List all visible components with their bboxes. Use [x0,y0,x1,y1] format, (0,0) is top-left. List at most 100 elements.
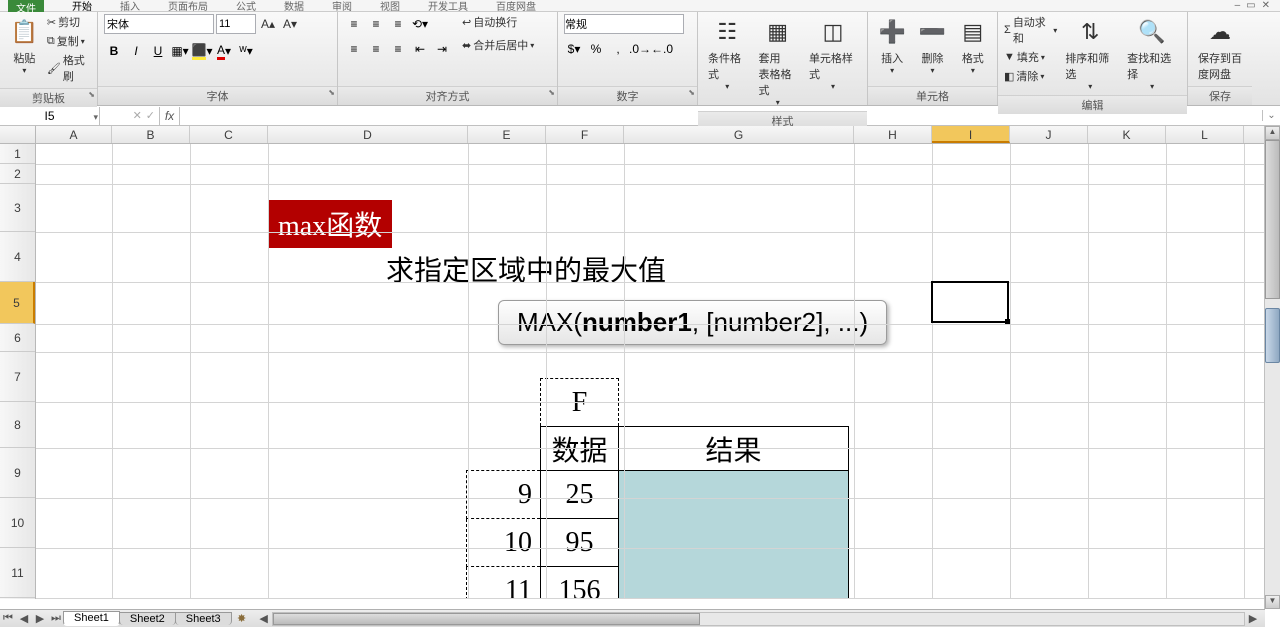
column-headers[interactable]: ABCDEFGHIJKL [0,126,1280,144]
tab-nav-last-icon[interactable]: ⏭ [48,612,64,625]
font-color-button[interactable]: A▾ [214,41,234,61]
column-header[interactable]: E [468,126,546,143]
sheet-tab[interactable]: Sheet3 [175,612,232,625]
column-header[interactable]: A [36,126,112,143]
row-header[interactable]: 8 [0,402,35,448]
align-left-icon[interactable]: ≡ [344,39,364,59]
align-bottom-icon[interactable]: ≡ [388,14,408,34]
fill-button[interactable]: ▼填充▾ [1004,49,1057,65]
scroll-mid-thumb[interactable] [1265,308,1280,363]
percent-icon[interactable]: % [586,39,606,59]
tab-nav-first-icon[interactable]: ⏮ [0,612,16,625]
hscroll-thumb[interactable] [273,613,700,625]
horizontal-scrollbar[interactable] [272,612,1245,626]
row-header[interactable]: 11 [0,548,35,598]
cell-style-button[interactable]: ◫单元格样式▾ [803,14,863,93]
border-button[interactable]: ▦▾ [170,41,190,61]
sort-filter-button[interactable]: ⇅排序和筛选▾ [1059,14,1121,93]
row-header[interactable]: 7 [0,352,35,402]
minimize-icon[interactable]: – [1235,0,1241,11]
column-header[interactable]: F [546,126,624,143]
file-tab[interactable]: 文件 [8,0,44,12]
comma-icon[interactable]: , [608,39,628,59]
worksheet-grid[interactable]: ABCDEFGHIJKL 1234567891011 max函数 求指定区域中的… [0,126,1280,599]
scroll-thumb[interactable] [1265,140,1280,299]
align-right-icon[interactable]: ≡ [388,39,408,59]
indent-decrease-icon[interactable]: ⇤ [410,39,430,59]
baidu-save-button[interactable]: ☁保存到百 度网盘 [1192,14,1248,84]
new-sheet-icon[interactable]: ✸ [232,612,252,625]
conditional-format-button[interactable]: ☷条件格式▾ [702,14,752,93]
dialog-launcher-icon[interactable]: ⬊ [328,88,335,97]
phonetic-button[interactable]: ᵂ▾ [236,41,256,61]
fill-handle[interactable] [1005,319,1010,324]
expand-formula-icon[interactable]: ⌄ [1262,110,1280,121]
row-header[interactable]: 2 [0,164,35,184]
find-select-button[interactable]: 🔍查找和选择▾ [1121,14,1183,93]
currency-icon[interactable]: $▾ [564,39,584,59]
column-header[interactable]: L [1166,126,1244,143]
row-header[interactable]: 6 [0,324,35,352]
column-header[interactable]: K [1088,126,1166,143]
scroll-down-icon[interactable]: ▼ [1265,595,1280,609]
row-header[interactable]: 4 [0,232,35,282]
sheet-tab[interactable]: Sheet1 [63,611,120,626]
dialog-launcher-icon[interactable]: ⬊ [88,90,95,99]
autosum-button[interactable]: Σ自动求和▾ [1004,14,1057,46]
copy-button[interactable]: ⧉复制▾ [47,33,91,49]
cells-area[interactable]: max函数 求指定区域中的最大值 MAX(number1, [number2],… [36,144,1280,599]
column-header[interactable]: J [1010,126,1088,143]
confirm-formula-icon[interactable]: ✓ [146,109,155,122]
tab-nav-next-icon[interactable]: ▶ [32,612,48,625]
hscroll-left-icon[interactable]: ◀ [256,612,272,625]
row-header[interactable]: 10 [0,498,35,548]
close-icon[interactable]: ✕ [1262,0,1270,11]
increase-decimal-icon[interactable]: .0→ [630,39,650,59]
decrease-font-icon[interactable]: A▾ [280,14,300,34]
cut-button[interactable]: ✂剪切 [47,14,91,30]
dialog-launcher-icon[interactable]: ⬊ [548,88,555,97]
row-header[interactable]: 3 [0,184,35,232]
row-header[interactable]: 1 [0,144,35,164]
cancel-formula-icon[interactable]: ✕ [133,109,142,122]
column-header[interactable]: C [190,126,268,143]
fx-icon[interactable]: fx [160,107,180,125]
select-all-corner[interactable] [0,126,36,143]
delete-cells-button[interactable]: ➖删除▾ [912,14,952,77]
vertical-scrollbar[interactable]: ▲ ▼ [1264,126,1280,609]
tab-nav-prev-icon[interactable]: ◀ [16,612,32,625]
table-format-button[interactable]: ▦套用 表格格式▾ [752,14,802,109]
column-header[interactable]: I [932,126,1010,143]
align-middle-icon[interactable]: ≡ [366,14,386,34]
scroll-track[interactable] [1265,140,1280,595]
active-cell[interactable] [931,281,1009,323]
clear-button[interactable]: ◧清除▾ [1004,68,1057,84]
align-top-icon[interactable]: ≡ [344,14,364,34]
orientation-icon[interactable]: ⟲▾ [410,14,430,34]
row-header[interactable]: 5 [0,282,35,324]
insert-cells-button[interactable]: ➕插入▾ [872,14,912,77]
italic-button[interactable]: I [126,41,146,61]
wrap-text-button[interactable]: ↩自动换行 [462,14,534,30]
column-header[interactable]: B [112,126,190,143]
indent-increase-icon[interactable]: ⇥ [432,39,452,59]
chevron-down-icon[interactable]: ▾ [93,108,98,126]
row-headers[interactable]: 1234567891011 [0,144,36,599]
decrease-decimal-icon[interactable]: ←.0 [652,39,672,59]
restore-icon[interactable]: ▭ [1246,0,1255,11]
number-format-select[interactable] [564,14,684,34]
column-header[interactable]: G [624,126,854,143]
hscroll-right-icon[interactable]: ▶ [1245,612,1261,625]
format-painter-button[interactable]: 🖌格式刷 [47,52,91,84]
merge-center-button[interactable]: ⬌合并后居中▾ [462,37,534,53]
sheet-tab[interactable]: Sheet2 [119,612,176,625]
row-header[interactable]: 9 [0,448,35,498]
format-cells-button[interactable]: ▤格式▾ [953,14,993,77]
increase-font-icon[interactable]: A▴ [258,14,278,34]
column-header[interactable]: H [854,126,932,143]
dialog-launcher-icon[interactable]: ⬊ [688,88,695,97]
paste-button[interactable]: 📋 粘贴 ▾ [4,14,45,77]
name-box[interactable]: I5▾ [0,107,100,125]
fill-color-button[interactable]: ⬛▾ [192,41,212,61]
font-name-select[interactable] [104,14,214,34]
